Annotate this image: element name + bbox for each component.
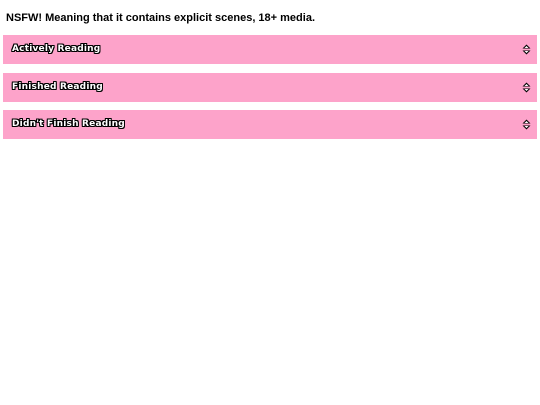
expand-collapse-icon[interactable] <box>521 119 531 131</box>
expand-collapse-icon[interactable] <box>521 44 531 56</box>
accordion-label: Finished Reading <box>12 82 103 92</box>
expand-collapse-icon[interactable] <box>521 82 531 94</box>
nsfw-notice: NSFW! Meaning that it contains explicit … <box>6 12 315 24</box>
accordion-label: Didn't Finish Reading <box>12 119 125 129</box>
accordion-finished-reading[interactable]: Finished Reading <box>3 73 537 102</box>
accordion-label: Actively Reading <box>12 44 101 54</box>
accordion-didnt-finish-reading[interactable]: Didn't Finish Reading <box>3 110 537 139</box>
accordion-actively-reading[interactable]: Actively Reading <box>3 35 537 64</box>
